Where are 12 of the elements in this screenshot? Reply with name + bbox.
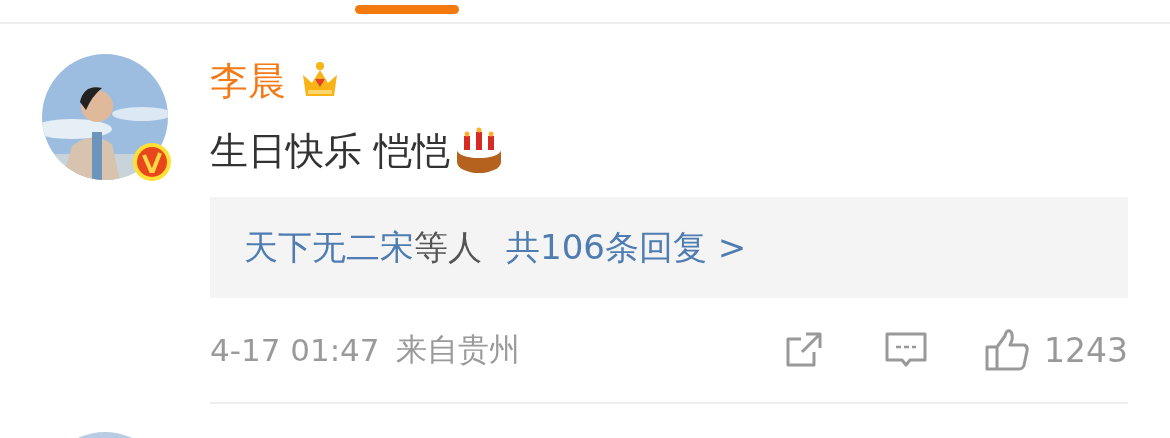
replies-panel[interactable]: 天下无二宋等人 共106条回复 > xyxy=(210,197,1128,298)
verified-badge-icon xyxy=(132,142,172,182)
reply-count-link[interactable]: 共106条回复 > xyxy=(506,224,747,271)
comment-text: 生日快乐 恺恺 xyxy=(210,128,451,175)
reply-suffix: 等人 xyxy=(414,225,482,269)
thumbs-up-icon[interactable] xyxy=(984,328,1030,372)
user-name[interactable]: 李晨 xyxy=(210,58,286,104)
comment-location: 来自贵州 xyxy=(395,330,520,369)
like-count: 1243 xyxy=(1044,330,1128,370)
share-icon[interactable] xyxy=(784,330,824,370)
comment-time: 4-17 01:47 xyxy=(210,332,380,368)
reply-users[interactable]: 天下无二宋 xyxy=(244,224,414,271)
